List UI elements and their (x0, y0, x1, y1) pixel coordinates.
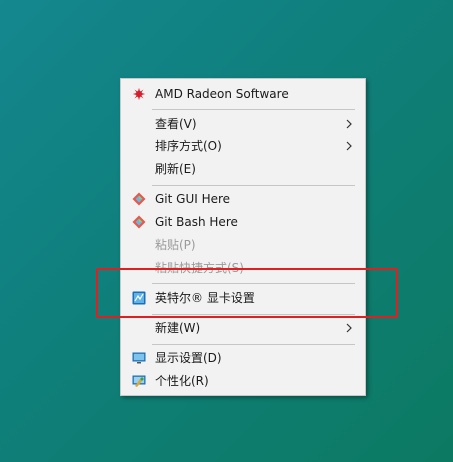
menu-item-paste[interactable]: 粘贴(P) (121, 234, 365, 256)
menu-item-label: AMD Radeon Software (155, 87, 289, 101)
amd-radeon-icon (132, 87, 146, 101)
menu-item-label: 排序方式(O) (155, 139, 222, 153)
menu-item-git-gui-here[interactable]: Git GUI Here (121, 188, 365, 210)
menu-separator (152, 344, 355, 345)
menu-item-label: 刷新(E) (155, 162, 196, 176)
context-menu: AMD Radeon Software 查看(V) 排序方式(O) 刷新(E) … (120, 78, 366, 396)
menu-item-label: 新建(W) (155, 321, 201, 335)
menu-item-label: 查看(V) (155, 117, 197, 131)
menu-item-view[interactable]: 查看(V) (121, 113, 365, 135)
menu-item-label: 显示设置(D) (155, 351, 222, 365)
menu-item-new[interactable]: 新建(W) (121, 317, 365, 339)
menu-item-amd-radeon-software[interactable]: AMD Radeon Software (121, 83, 365, 105)
menu-item-label: Git Bash Here (155, 215, 238, 229)
menu-separator (152, 109, 355, 110)
menu-item-git-bash-here[interactable]: Git Bash Here (121, 211, 365, 233)
menu-item-personalize[interactable]: 个性化(R) (121, 370, 365, 392)
chevron-right-icon (346, 141, 352, 151)
menu-item-label: 个性化(R) (155, 374, 209, 388)
git-icon (132, 215, 146, 229)
display-icon (132, 352, 146, 364)
menu-item-display-settings[interactable]: 显示设置(D) (121, 347, 365, 369)
menu-item-label: Git GUI Here (155, 192, 231, 206)
chevron-right-icon (346, 323, 352, 333)
menu-item-refresh[interactable]: 刷新(E) (121, 158, 365, 180)
menu-separator (152, 185, 355, 186)
menu-item-sort-by[interactable]: 排序方式(O) (121, 135, 365, 157)
git-icon (132, 192, 146, 206)
menu-item-label: 粘贴(P) (155, 238, 196, 252)
chevron-right-icon (346, 119, 352, 129)
highlight-box (96, 268, 398, 318)
personalize-icon (132, 375, 146, 387)
